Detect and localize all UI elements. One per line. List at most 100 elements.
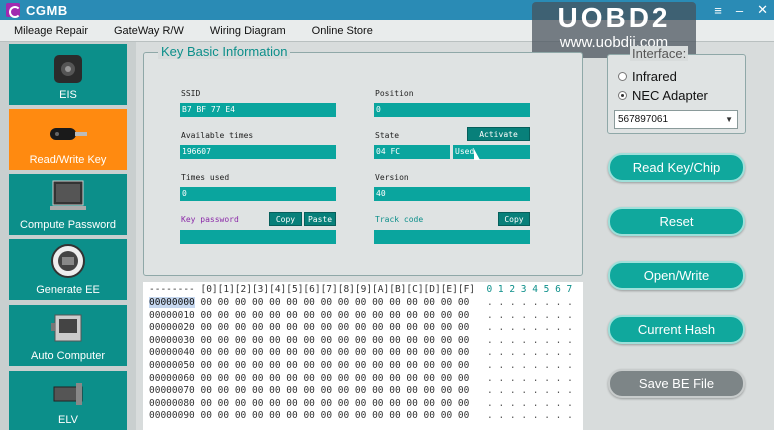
steering-lock-icon: [53, 383, 83, 405]
close-icon[interactable]: ✕: [757, 2, 768, 18]
current-hash-button[interactable]: Current Hash: [608, 315, 745, 344]
state-used-field[interactable]: Used: [453, 145, 530, 159]
hex-row[interactable]: 00000060 00 00 00 00 00 00 00 00 00 00 0…: [149, 373, 469, 384]
chip-icon: [51, 244, 85, 278]
hex-address: 00000040: [149, 347, 195, 359]
menu-item-wiring-diagram[interactable]: Wiring Diagram: [210, 25, 286, 37]
sidebar-item-label: Generate EE: [36, 284, 100, 296]
hex-ascii: . . . . . . . .: [487, 322, 573, 334]
hex-row[interactable]: 00000010 00 00 00 00 00 00 00 00 00 00 0…: [149, 310, 469, 321]
sidebar-item-generate-ee[interactable]: Generate EE: [9, 239, 127, 300]
interface-title: Interface:: [630, 46, 689, 61]
mouse-cursor-icon: [474, 149, 480, 160]
ssid-label: SSID: [181, 89, 201, 98]
sidebar-item-eis[interactable]: EIS: [9, 44, 127, 105]
hex-ascii: . . . . . . . .: [487, 360, 573, 371]
device-select[interactable]: 567897061 ▼: [614, 110, 738, 129]
available-times-label: Available times: [181, 131, 254, 140]
key-basic-information-panel: Key Basic Information SSID B7 BF 77 E4 P…: [143, 44, 583, 276]
hex-address: 00000000: [149, 297, 195, 308]
hex-bytes: 00 00 00 00 00 00 00 00 00 00 00 00 00 0…: [200, 347, 470, 359]
available-times-field[interactable]: 196607: [180, 145, 336, 159]
hex-address: 00000050: [149, 360, 195, 371]
hex-row[interactable]: 00000030 00 00 00 00 00 00 00 00 00 00 0…: [149, 335, 469, 346]
hex-row[interactable]: 00000090 00 00 00 00 00 00 00 00 00 00 0…: [149, 410, 469, 421]
hex-ascii: . . . . . . . .: [487, 297, 573, 308]
radio-infrared[interactable]: Infrared: [618, 69, 677, 84]
times-used-field[interactable]: 0: [180, 187, 336, 201]
radio-button-selected-icon: [618, 91, 627, 100]
sidebar-item-read-write-key[interactable]: Read/Write Key: [9, 109, 127, 170]
hex-row[interactable]: 00000070 00 00 00 00 00 00 00 00 00 00 0…: [149, 385, 469, 396]
hex-address: 00000010: [149, 309, 195, 321]
open-write-button[interactable]: Open/Write: [608, 261, 745, 290]
hex-address: 00000020: [149, 322, 195, 334]
ecu-module-icon: [51, 314, 82, 342]
sidebar-item-auto-computer[interactable]: Auto Computer: [9, 305, 127, 366]
sidebar-item-label: EIS: [59, 89, 77, 101]
sidebar: EIS Read/Write Key Compute Password Gene…: [0, 42, 136, 430]
hex-bytes: 00 00 00 00 00 00 00 00 00 00 00 00 00 0…: [200, 322, 470, 334]
hex-bytes: 00 00 00 00 00 00 00 00 00 00 00 00 00 0…: [200, 334, 470, 346]
times-used-label: Times used: [181, 173, 230, 182]
hex-editor[interactable]: -------- [0][1][2][3][4][5][6][7][8][9][…: [143, 282, 583, 430]
key-password-copy-button[interactable]: Copy: [269, 212, 302, 226]
hex-header: -------- [0][1][2][3][4][5][6][7][8][9][…: [149, 284, 572, 295]
radio-label: Infrared: [632, 69, 677, 84]
key-password-field[interactable]: [180, 230, 336, 244]
hex-bytes: 00 00 00 00 00 00 00 00 00 00 00 00 00 0…: [200, 385, 470, 397]
hex-address: 00000090: [149, 410, 195, 422]
hex-ascii: . . . . . . . .: [487, 347, 573, 359]
chevron-down-icon[interactable]: ▼: [725, 111, 733, 128]
panel-title: Key Basic Information: [158, 44, 291, 59]
ssid-field[interactable]: B7 BF 77 E4: [180, 103, 336, 117]
position-field[interactable]: 0: [374, 103, 530, 117]
track-code-field[interactable]: [374, 230, 530, 244]
version-field[interactable]: 40: [374, 187, 530, 201]
menu-item-mileage-repair[interactable]: Mileage Repair: [14, 25, 88, 37]
watermark-brand: UOBD2: [557, 2, 671, 33]
hex-bytes: 00 00 00 00 00 00 00 00 00 00 00 00 00 0…: [200, 410, 470, 422]
hex-address: 00000060: [149, 372, 195, 384]
car-key-icon: [50, 128, 87, 140]
hex-row[interactable]: 00000050 00 00 00 00 00 00 00 00 00 00 0…: [149, 360, 469, 371]
position-label: Position: [375, 89, 414, 98]
save-be-file-button[interactable]: Save BE File: [608, 369, 745, 398]
hex-column-header: -------- [0][1][2][3][4][5][6][7][8][9][…: [149, 284, 476, 295]
hex-ascii: . . . . . . . .: [487, 385, 573, 397]
sidebar-item-label: Auto Computer: [31, 350, 105, 362]
hex-ascii: . . . . . . . .: [487, 309, 573, 321]
hex-address: 00000030: [149, 334, 195, 346]
hex-ascii: . . . . . . . .: [487, 334, 573, 346]
minimize-icon[interactable]: –: [736, 3, 743, 18]
radio-nec-adapter[interactable]: NEC Adapter: [618, 88, 708, 103]
hex-ascii: . . . . . . . .: [487, 410, 573, 422]
hex-bytes: 00 00 00 00 00 00 00 00 00 00 00 00 00 0…: [200, 309, 470, 321]
ignition-switch-icon: [54, 55, 82, 83]
sidebar-item-compute-password[interactable]: Compute Password: [9, 174, 127, 235]
hex-row[interactable]: 00000000 00 00 00 00 00 00 00 00 00 00 0…: [149, 297, 469, 308]
hex-row[interactable]: 00000040 00 00 00 00 00 00 00 00 00 00 0…: [149, 347, 469, 358]
key-password-paste-button[interactable]: Paste: [304, 212, 336, 226]
ascii-column-header: 0 1 2 3 4 5 6 7: [486, 284, 573, 295]
menu-icon[interactable]: ≡: [714, 3, 722, 18]
hex-row[interactable]: 00000080 00 00 00 00 00 00 00 00 00 00 0…: [149, 398, 469, 409]
hex-bytes: 00 00 00 00 00 00 00 00 00 00 00 00 00 0…: [200, 372, 470, 384]
hex-address: 00000080: [149, 397, 195, 409]
sidebar-item-label: Compute Password: [20, 219, 116, 231]
app-title: CGMB: [26, 2, 68, 18]
hex-bytes: 00 00 00 00 00 00 00 00 00 00 00 00 00 0…: [200, 397, 470, 409]
reset-button[interactable]: Reset: [608, 207, 745, 236]
track-code-copy-button[interactable]: Copy: [498, 212, 530, 226]
state-label: State: [375, 131, 400, 140]
menu-item-gateway-rw[interactable]: GateWay R/W: [114, 25, 184, 37]
hex-row[interactable]: 00000020 00 00 00 00 00 00 00 00 00 00 0…: [149, 322, 469, 333]
app-logo-icon: [6, 3, 21, 18]
hex-bytes: 00 00 00 00 00 00 00 00 00 00 00 00 00 0…: [200, 360, 470, 371]
sidebar-item-elv[interactable]: ELV: [9, 371, 127, 430]
menu-item-online-store[interactable]: Online Store: [312, 25, 373, 37]
read-key-chip-button[interactable]: Read Key/Chip: [608, 153, 745, 182]
hex-ascii: . . . . . . . .: [487, 397, 573, 409]
state-field[interactable]: 04 FC: [374, 145, 450, 159]
activate-button[interactable]: Activate: [467, 127, 530, 141]
